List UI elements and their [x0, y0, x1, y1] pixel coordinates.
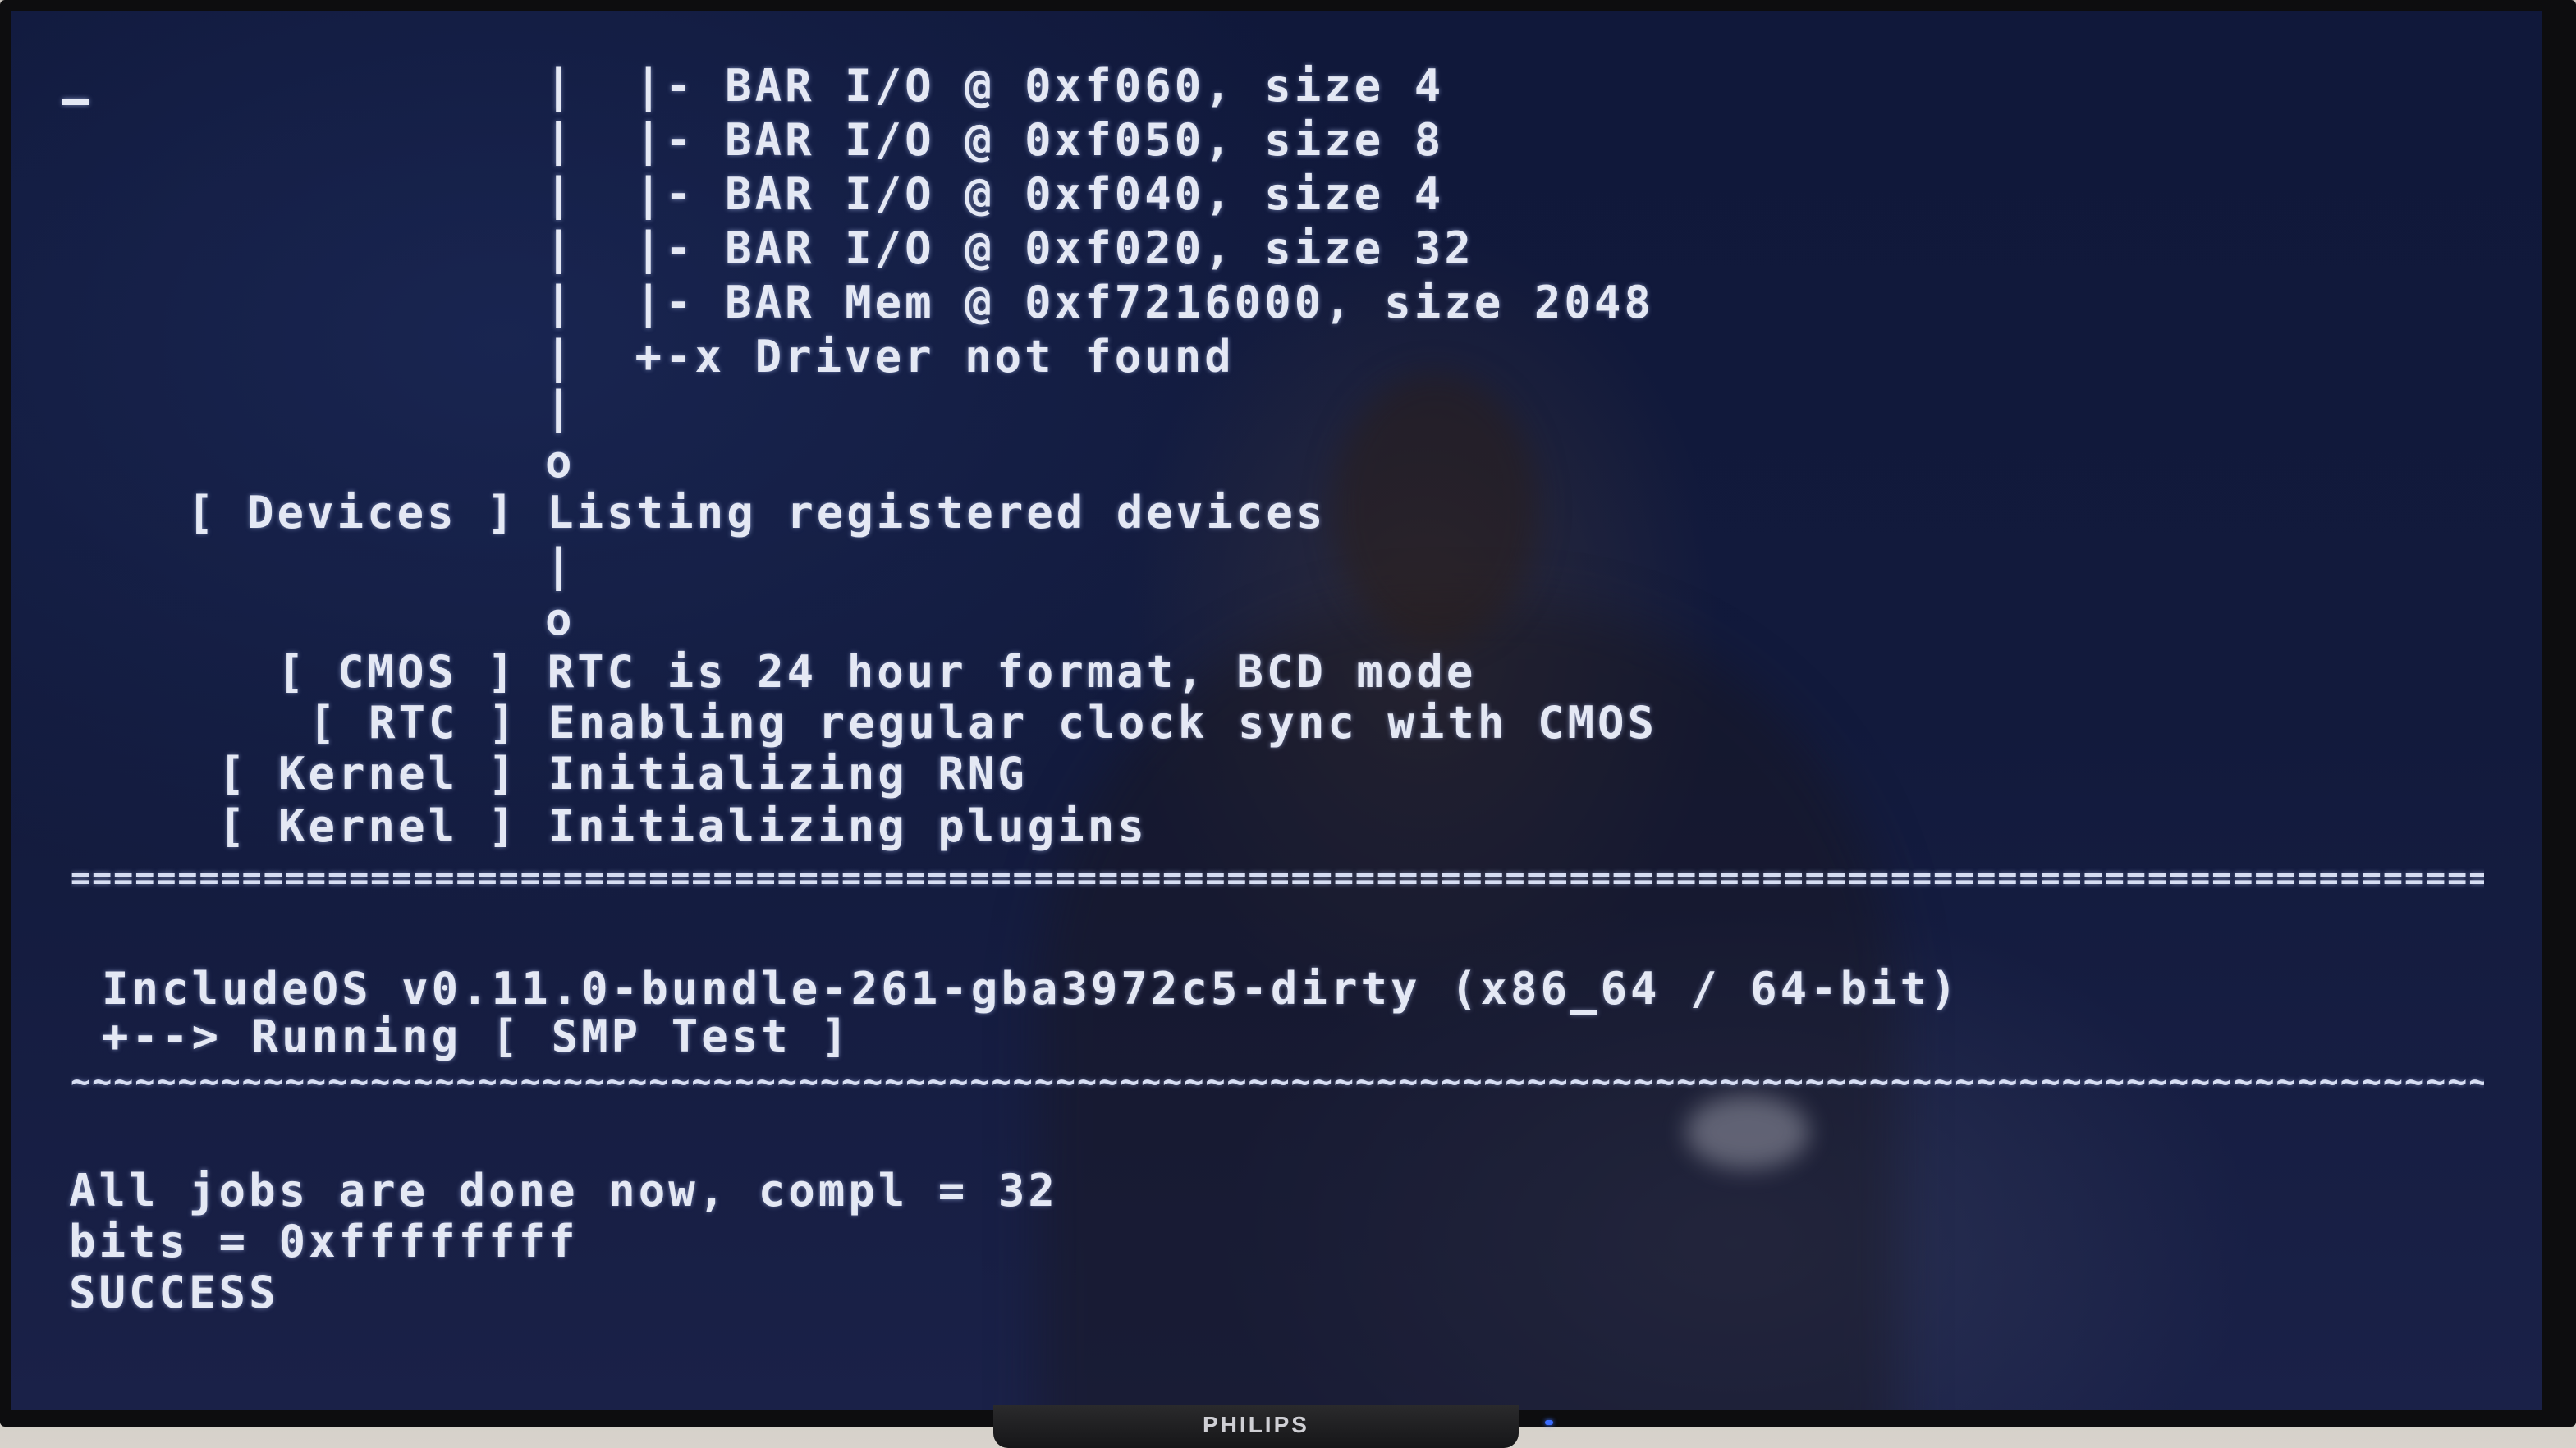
- console-line: o: [545, 436, 575, 488]
- console-status: SUCCESS: [69, 1267, 279, 1318]
- console-line: | |- BAR I/O @ 0xf040, size 4: [545, 168, 1445, 220]
- console-banner: IncludeOS v0.11.0-bundle-261-gba3972c5-d…: [102, 963, 1960, 1015]
- console-line: [ Devices ] Listing registered devices: [187, 487, 1327, 538]
- console-line: | |- BAR Mem @ 0xf7216000, size 2048: [545, 277, 1654, 328]
- tv-bezel: | |- BAR I/O @ 0xf060, size 4 | |- BAR I…: [0, 0, 2576, 1427]
- console-line: [ Kernel ] Initializing RNG: [218, 748, 1028, 800]
- separator-tilde: ~~~~~~~~~~~~~~~~~~~~~~~~~~~~~~~~~~~~~~~~…: [71, 1065, 2484, 1098]
- tv-stand: PHILIPS: [993, 1405, 1519, 1448]
- text-cursor: [62, 99, 89, 105]
- console-line: |: [545, 382, 575, 433]
- console-line: | +-x Driver not found: [545, 331, 1235, 383]
- console-line: bits = 0xffffffff: [69, 1216, 579, 1267]
- console-line: |: [545, 539, 575, 591]
- console-line: +--> Running [ SMP Test ]: [102, 1010, 851, 1062]
- console-line: o: [545, 593, 575, 645]
- tv-screen: | |- BAR I/O @ 0xf060, size 4 | |- BAR I…: [11, 11, 2542, 1410]
- console-line: | |- BAR I/O @ 0xf060, size 4: [545, 60, 1445, 112]
- console-line: [ CMOS ] RTC is 24 hour format, BCD mode: [277, 646, 1477, 698]
- console-line: [ Kernel ] Initializing plugins: [218, 800, 1148, 852]
- console-line: | |- BAR I/O @ 0xf020, size 32: [545, 222, 1474, 274]
- console-line: All jobs are done now, compl = 32: [69, 1165, 1058, 1217]
- power-led-icon: [1545, 1420, 1553, 1425]
- console-line: [ RTC ] Enabling regular clock sync with…: [309, 697, 1657, 749]
- console-line: | |- BAR I/O @ 0xf050, size 8: [545, 114, 1445, 166]
- boot-console: | |- BAR I/O @ 0xf060, size 4 | |- BAR I…: [11, 11, 2542, 1410]
- separator-double: ========================================…: [71, 862, 2484, 895]
- brand-logo: PHILIPS: [1203, 1412, 1309, 1437]
